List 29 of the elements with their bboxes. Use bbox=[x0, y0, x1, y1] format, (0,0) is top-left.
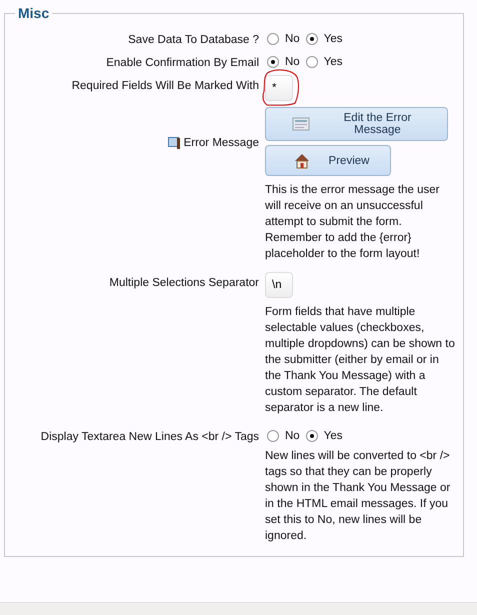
radio-button[interactable] bbox=[267, 33, 279, 45]
field-label: Required Fields Will Be Marked With bbox=[72, 80, 259, 92]
preview-button[interactable]: Preview bbox=[265, 145, 391, 176]
text-field[interactable]: \n bbox=[265, 272, 293, 298]
radio-button[interactable] bbox=[306, 33, 318, 45]
help-text: Form fields that have multiple selectable values (checkboxes, multiple dropdowns) can be shown to the submitter (either by email or in the Thank You Message) with a custom separator. The default separator is a new line. bbox=[265, 305, 456, 416]
radio-button[interactable] bbox=[306, 430, 318, 442]
radio-label: Yes bbox=[324, 56, 342, 68]
field-label: Display Textarea New Lines As <br /> Tags bbox=[40, 431, 259, 443]
radio-label: No bbox=[285, 56, 300, 68]
field-label: Enable Confirmation By Email bbox=[106, 57, 259, 69]
radio-label: Yes bbox=[324, 430, 342, 442]
house-icon bbox=[294, 152, 310, 168]
text-field[interactable]: * bbox=[265, 75, 293, 101]
radio-label: No bbox=[285, 430, 300, 442]
radio-button[interactable] bbox=[267, 430, 279, 442]
radio-button[interactable] bbox=[306, 56, 318, 68]
edit-button[interactable]: Edit the Error Message bbox=[265, 107, 448, 141]
radio-button[interactable] bbox=[267, 56, 279, 68]
field-label: Error Message bbox=[184, 137, 259, 149]
help-text: New lines will be converted to <br /> tags so that they can be properly shown in the Thank You Message or in the HTML email messages. If you set this to No, new lines will be ignored. bbox=[265, 449, 452, 544]
radio-label: Yes bbox=[324, 33, 342, 45]
section-title: Misc bbox=[17, 5, 50, 21]
help-text: This is the error message the user will receive on an unsuccessful attempt to submit the form. Remember to add the {error} placeholder to the form layout! bbox=[265, 183, 440, 262]
field-label: Save Data To Database ? bbox=[128, 34, 259, 46]
message-icon bbox=[168, 137, 180, 149]
radio-label: No bbox=[285, 33, 300, 45]
document-icon bbox=[292, 116, 310, 132]
field-label: Multiple Selections Separator bbox=[109, 277, 259, 289]
